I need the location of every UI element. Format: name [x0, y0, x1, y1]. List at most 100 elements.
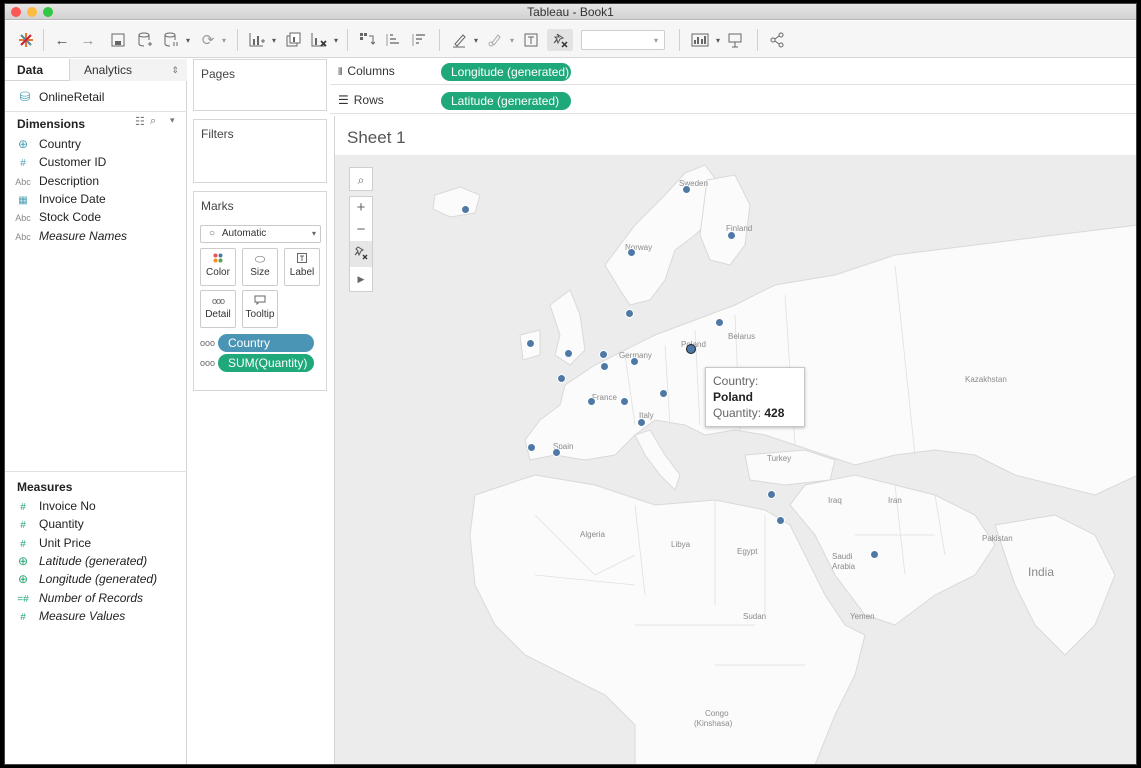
zoom-in-icon[interactable]: +: [350, 197, 372, 219]
zoom-window-button[interactable]: [43, 7, 53, 17]
measure-field[interactable]: # Unit Price: [5, 534, 91, 552]
back-arrow-icon[interactable]: ←: [51, 29, 73, 51]
reset-map-pin-icon[interactable]: [350, 241, 372, 267]
view-options-icon[interactable]: ☷: [135, 115, 145, 128]
chevron-down-icon[interactable]: ▾: [471, 29, 481, 51]
chevron-down-icon[interactable]: ▾: [331, 29, 341, 51]
sort-ascending-icon[interactable]: [381, 29, 405, 51]
measure-field[interactable]: # Measure Values: [5, 607, 125, 625]
tab-data[interactable]: Data: [5, 59, 69, 81]
country-mark[interactable]: [551, 447, 561, 457]
measure-field[interactable]: # Invoice No: [5, 497, 95, 515]
measure-field[interactable]: # Quantity: [5, 515, 83, 533]
chevron-down-icon[interactable]: ▾: [183, 29, 193, 51]
rows-shelf[interactable]: ☰ Rows Latitude (generated): [330, 88, 1136, 114]
pause-updates-icon[interactable]: [159, 29, 183, 51]
fit-dropdown[interactable]: ▾: [581, 30, 665, 50]
show-me-icon[interactable]: [687, 29, 713, 51]
refresh-icon[interactable]: ⟳: [197, 29, 219, 51]
close-window-button[interactable]: [11, 7, 21, 17]
forward-arrow-icon[interactable]: →: [77, 29, 99, 51]
country-mark[interactable]: [629, 356, 639, 366]
country-mark[interactable]: [636, 417, 646, 427]
country-mark[interactable]: [624, 308, 634, 318]
country-mark[interactable]: [619, 396, 629, 406]
country-mark[interactable]: [775, 515, 785, 525]
number-icon: #: [20, 538, 26, 550]
country-mark[interactable]: [526, 442, 536, 452]
country-mark[interactable]: [460, 204, 470, 214]
size-button[interactable]: ⬭ Size: [242, 248, 278, 286]
chevron-down-icon[interactable]: ▾: [713, 29, 723, 51]
longitude-pill[interactable]: Longitude (generated): [441, 63, 571, 81]
measure-field[interactable]: ⊕ Latitude (generated): [5, 552, 147, 570]
sum-quantity-pill[interactable]: SUM(Quantity): [218, 354, 314, 372]
selected-country-mark[interactable]: [685, 343, 696, 354]
dimension-field[interactable]: Abc Description: [5, 172, 99, 190]
country-mark[interactable]: [563, 348, 573, 358]
measure-field[interactable]: ⊕ Longitude (generated): [5, 570, 157, 588]
datasource-item[interactable]: ⛁ OnlineRetail: [5, 88, 105, 106]
country-mark[interactable]: [658, 388, 668, 398]
label-button[interactable]: Label: [284, 248, 320, 286]
group-members-icon[interactable]: [483, 29, 507, 51]
pages-card[interactable]: Pages: [193, 59, 327, 111]
map-label: Pakistan: [982, 534, 1013, 543]
country-mark[interactable]: [726, 230, 736, 240]
country-mark[interactable]: [586, 396, 596, 406]
color-button[interactable]: Color: [200, 248, 236, 286]
tableau-logo-icon[interactable]: [15, 29, 37, 51]
play-arrow-icon[interactable]: ▶: [350, 267, 372, 291]
share-icon[interactable]: [765, 29, 789, 51]
country-mark[interactable]: [598, 349, 608, 359]
new-datasource-icon[interactable]: [133, 29, 157, 51]
save-icon[interactable]: [107, 29, 129, 51]
country-mark[interactable]: [766, 489, 776, 499]
country-mark[interactable]: [681, 184, 691, 194]
latitude-pill[interactable]: Latitude (generated): [441, 92, 571, 110]
country-mark[interactable]: [525, 338, 535, 348]
columns-label-text: Columns: [347, 64, 395, 78]
mark-type-dropdown[interactable]: ○ Automatic ▾: [200, 225, 321, 243]
chevron-down-icon[interactable]: ▾: [269, 29, 279, 51]
country-mark[interactable]: [556, 373, 566, 383]
measure-field-label: Longitude (generated): [39, 572, 158, 587]
columns-shelf[interactable]: ⦀ Columns Longitude (generated): [330, 59, 1136, 85]
country-detail-pill[interactable]: Country: [218, 334, 314, 352]
search-icon[interactable]: ⌕: [150, 115, 156, 128]
country-mark[interactable]: [714, 317, 724, 327]
show-mark-labels-icon[interactable]: [519, 29, 543, 51]
country-mark[interactable]: [599, 361, 609, 371]
minimize-window-button[interactable]: [27, 7, 37, 17]
mark-type-value: Automatic: [221, 228, 267, 239]
fix-axes-pin-icon[interactable]: [547, 29, 573, 51]
size-icon: ⬭: [254, 252, 266, 266]
zoom-out-icon[interactable]: −: [350, 219, 372, 241]
tab-analytics[interactable]: Analytics ⇕: [69, 59, 187, 81]
chevron-down-icon[interactable]: ▾: [507, 29, 517, 51]
country-mark[interactable]: [869, 549, 879, 559]
map-view[interactable]: SwedenFinlandNorwayBelarusGermanyPolandF…: [335, 155, 1136, 764]
tooltip-button[interactable]: Tooltip: [242, 290, 278, 328]
highlight-icon[interactable]: [447, 29, 471, 51]
new-worksheet-icon[interactable]: [245, 29, 269, 51]
country-mark[interactable]: [626, 247, 636, 257]
filters-card[interactable]: Filters: [193, 119, 327, 183]
swap-rows-columns-icon[interactable]: [355, 29, 379, 51]
measure-field[interactable]: =# Number of Records: [5, 589, 143, 607]
dimension-field[interactable]: Abc Measure Names: [5, 227, 127, 245]
dimension-field-label: Customer ID: [39, 155, 107, 170]
detail-button[interactable]: ooo Detail: [200, 290, 236, 328]
dimension-field[interactable]: ▦ Invoice Date: [5, 190, 105, 208]
dimension-field[interactable]: # Customer ID: [5, 153, 106, 171]
chevron-down-icon[interactable]: ▾: [219, 29, 229, 51]
cards-pane: Pages Filters Marks ○ Automatic ▾ Color …: [188, 59, 330, 764]
sort-descending-icon[interactable]: [407, 29, 431, 51]
chevron-down-icon[interactable]: ▾: [170, 115, 175, 126]
dimension-field[interactable]: ⊕ Country: [5, 135, 81, 153]
clear-sheet-icon[interactable]: [307, 29, 331, 51]
dimension-field[interactable]: Abc Stock Code: [5, 208, 101, 226]
map-search-icon[interactable]: ⌕: [349, 167, 373, 191]
duplicate-sheet-icon[interactable]: [281, 29, 305, 51]
presentation-mode-icon[interactable]: [723, 29, 747, 51]
